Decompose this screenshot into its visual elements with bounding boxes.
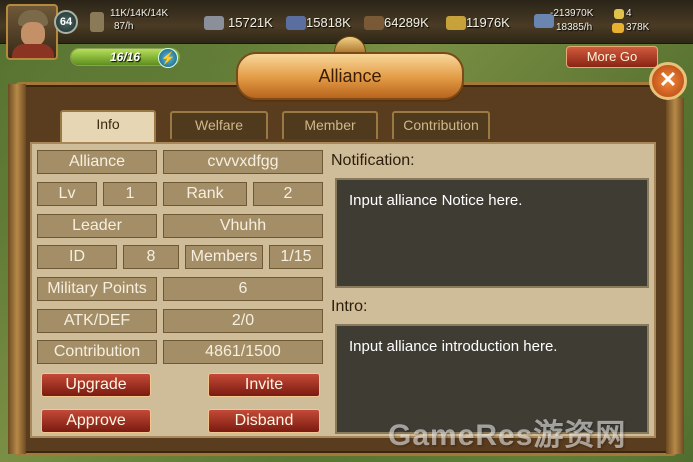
wood-icon bbox=[364, 16, 384, 30]
resource-2-text: 15818K bbox=[306, 15, 351, 30]
energy-refill-icon[interactable]: ⚡ bbox=[158, 48, 178, 68]
id-label: ID bbox=[37, 245, 117, 269]
right-pillar bbox=[666, 98, 684, 454]
members-value: 1/15 bbox=[269, 245, 323, 269]
invite-button[interactable]: Invite bbox=[208, 373, 320, 397]
resource-5-rate: 18385/h bbox=[556, 22, 593, 33]
stone-icon bbox=[204, 16, 224, 30]
player-avatar[interactable] bbox=[6, 4, 58, 60]
resource-4-text: 11976K bbox=[466, 15, 510, 30]
close-button[interactable]: ✕ bbox=[649, 62, 687, 100]
tab-member[interactable]: Member bbox=[282, 111, 378, 139]
alliance-value: cvvvxdfgg bbox=[163, 150, 323, 174]
notification-label: Notification: bbox=[331, 152, 415, 169]
food-icon bbox=[446, 16, 466, 30]
lv-label: Lv bbox=[37, 182, 97, 206]
approve-button[interactable]: Approve bbox=[41, 409, 151, 433]
notification-text-box[interactable]: Input alliance Notice here. bbox=[335, 178, 649, 288]
left-pillar bbox=[8, 84, 26, 454]
atk-def-value: 2/0 bbox=[163, 309, 323, 333]
resource-5-text: -213970K bbox=[550, 8, 594, 19]
tab-info[interactable]: Info bbox=[60, 110, 156, 142]
dialog-title: Alliance bbox=[318, 66, 382, 86]
lv-value: 1 bbox=[103, 182, 157, 206]
id-value: 8 bbox=[123, 245, 179, 269]
resource-1-text: 15721K bbox=[228, 15, 273, 30]
atk-def-label: ATK/DEF bbox=[37, 309, 157, 333]
military-points-value: 6 bbox=[163, 277, 323, 301]
iron-icon bbox=[286, 16, 306, 30]
gold-count: 378K bbox=[626, 22, 650, 33]
alliance-label: Alliance bbox=[37, 150, 157, 174]
members-label: Members bbox=[185, 245, 263, 269]
resource-3-text: 64289K bbox=[384, 15, 429, 30]
alliance-title-banner: Alliance bbox=[236, 52, 464, 100]
contribution-label: Contribution bbox=[37, 340, 157, 364]
troops-text: 11K/14K/14K bbox=[110, 8, 169, 19]
watermark: GameRes游资网 bbox=[388, 419, 627, 452]
leader-label: Leader bbox=[37, 214, 157, 238]
troops-icon bbox=[90, 12, 104, 32]
disband-button[interactable]: Disband bbox=[208, 409, 320, 433]
contribution-value: 4861/1500 bbox=[163, 340, 323, 364]
rank-label: Rank bbox=[163, 182, 247, 206]
military-points-label: Military Points bbox=[37, 277, 157, 301]
intro-text: Input alliance introduction here. bbox=[349, 338, 558, 355]
more-gold-button[interactable]: More Go bbox=[566, 46, 658, 68]
avatar-face bbox=[21, 22, 45, 46]
leader-value: Vhuhh bbox=[163, 214, 323, 238]
notification-text: Input alliance Notice here. bbox=[349, 192, 523, 209]
tab-welfare[interactable]: Welfare bbox=[170, 111, 268, 139]
tab-contribution[interactable]: Contribution bbox=[392, 111, 490, 139]
gem-count: 4 bbox=[626, 8, 632, 19]
avatar-body bbox=[12, 44, 54, 58]
gold-icon bbox=[612, 23, 624, 33]
upgrade-button[interactable]: Upgrade bbox=[41, 373, 151, 397]
gem-icon bbox=[614, 9, 624, 19]
rank-value: 2 bbox=[253, 182, 323, 206]
player-level-badge: 64 bbox=[54, 10, 78, 34]
troops-rate: 87/h bbox=[114, 21, 134, 32]
intro-label: Intro: bbox=[331, 298, 368, 315]
